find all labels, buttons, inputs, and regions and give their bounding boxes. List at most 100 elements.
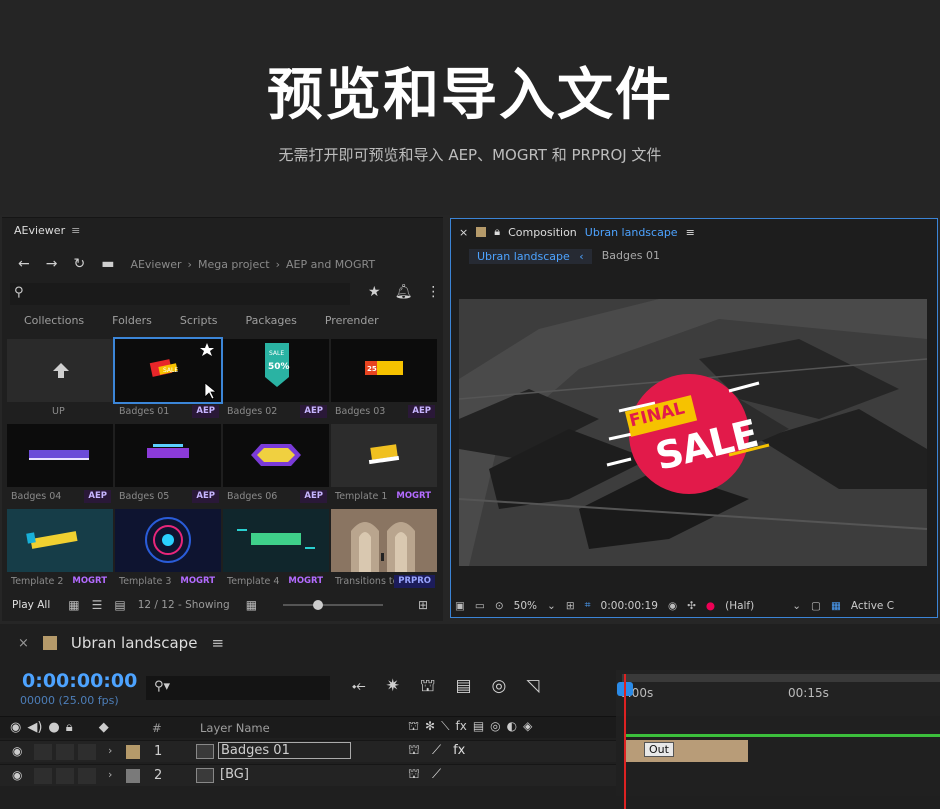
comp-flowchart-icon[interactable]: ⤝ <box>352 676 366 698</box>
layer-label-color[interactable] <box>126 769 140 783</box>
viewer-toolbar: ▣ ▭ ⊙ 50% ⌄ ⊞ ⌗ 0:00:00:19 ◉ ✣ ● (Half) … <box>455 599 935 612</box>
shy-icon[interactable]: ⛫ <box>420 676 436 698</box>
close-icon[interactable]: × <box>18 636 29 651</box>
grid-view-icon[interactable]: ▦ <box>68 598 79 612</box>
tab-folders[interactable]: Folders <box>112 314 152 327</box>
graph-editor-icon[interactable]: ◹ <box>526 676 539 698</box>
grid-item-badges-06[interactable]: Badges 06 AEP <box>222 424 330 508</box>
quality-icon[interactable]: ⟋ <box>432 743 441 760</box>
col-layer-name[interactable]: Layer Name <box>200 721 270 735</box>
fx-icon[interactable]: fx <box>453 743 465 760</box>
layer-row[interactable]: ◉ › 1 Badges 01 ⛫ ⟋ fx <box>0 740 616 762</box>
slider-knob[interactable] <box>313 600 324 610</box>
grid-item-template-2[interactable]: Template 2 MOGRT <box>6 509 114 593</box>
layer-row[interactable]: ◉ › 2 [BG] ⛫ ⟋ <box>0 764 616 786</box>
grid-item-badges-01[interactable]: SALE Badges 01 AEP <box>113 337 223 423</box>
timeline-tab[interactable]: × Ubran landscape ≡ <box>18 634 224 652</box>
grid-item-template-3[interactable]: Template 3 MOGRT <box>114 509 222 593</box>
lock-icon[interactable]: 🔒︎ <box>494 225 500 239</box>
panel-menu-icon[interactable]: ≡ <box>686 226 695 239</box>
comp-crumb-active[interactable]: Ubran landscape ‹ <box>469 249 592 264</box>
draft-3d-icon[interactable]: ✷ <box>386 676 400 698</box>
comp-crumb-badges[interactable]: Badges 01 <box>602 249 660 264</box>
speaker-icon: ◀) <box>27 720 43 735</box>
time-ruler[interactable]: 0:00s 00:15s <box>616 670 940 720</box>
forward-arrow-icon[interactable]: → <box>46 256 58 272</box>
tab-collections[interactable]: Collections <box>24 314 84 327</box>
tab-scripts[interactable]: Scripts <box>180 314 218 327</box>
refresh-icon[interactable]: ↻ <box>73 256 85 272</box>
quality-icon[interactable]: ⟋ <box>432 767 441 784</box>
grid-item-transitions[interactable]: Transitions te PRPRO <box>330 509 438 593</box>
star-icon[interactable]: ★ <box>368 284 381 300</box>
grid-item-badges-05[interactable]: Badges 05 AEP <box>114 424 222 508</box>
eye-icon[interactable]: ◉ <box>12 744 22 758</box>
eye-icon[interactable]: ◉ <box>12 768 22 782</box>
tab-packages[interactable]: Packages <box>246 314 297 327</box>
viewer-timecode[interactable]: 0:00:00:19 <box>601 600 658 612</box>
motion-blur-icon[interactable]: ◎ <box>492 676 507 698</box>
grid-item-badges-03[interactable]: 25 Badges 03 AEP <box>330 339 438 423</box>
item-type-badge: AEP <box>408 405 435 418</box>
list-view-icon[interactable]: ☰ <box>92 598 103 612</box>
region-icon[interactable]: ▢ <box>811 600 821 612</box>
timeline-panel: × Ubran landscape ≡ 0:00:00:00 00000 (25… <box>0 624 940 809</box>
adjustment-icon: ◐ <box>506 719 518 733</box>
grid-item-badges-02[interactable]: SALE 50% Badges 02 AEP <box>222 339 330 423</box>
breadcrumb-item[interactable]: AEP and MOGRT <box>286 258 375 271</box>
camera-icon[interactable]: ◉ <box>668 600 677 612</box>
chevron-right-icon[interactable]: › <box>108 768 112 781</box>
breadcrumb-item[interactable]: AEviewer <box>130 258 181 271</box>
shy-switch-icon[interactable]: ⛫ <box>408 767 420 784</box>
shy-switch-icon[interactable]: ⛫ <box>408 743 420 760</box>
av-switch-headers: ◉ ◀) ● 🔒︎ ◆ <box>10 720 109 735</box>
bell-icon[interactable]: 🔔︎ <box>395 284 413 300</box>
panel-menu-icon[interactable]: ≡ <box>71 224 80 237</box>
search-input[interactable]: ⚲ <box>10 283 350 305</box>
more-icon[interactable]: ⋮ <box>426 284 440 300</box>
vr-icon[interactable]: ⊙ <box>495 600 504 612</box>
chevron-down-icon[interactable]: ⌄ <box>547 600 556 612</box>
folder-icon[interactable]: ▬ <box>101 256 114 272</box>
grid-toggle-icon[interactable]: ⊞ <box>566 600 575 612</box>
frame-blending-icon[interactable]: ▤ <box>455 676 471 698</box>
zoom-select[interactable]: 50% <box>514 600 537 612</box>
breadcrumb-item[interactable]: Mega project <box>198 258 270 271</box>
thumbnail-size-slider[interactable] <box>283 600 384 610</box>
tab-prerender[interactable]: Prerender <box>325 314 379 327</box>
channel-icon[interactable]: ✣ <box>687 600 696 612</box>
resolution-select[interactable]: (Half) <box>725 600 754 612</box>
track-area[interactable]: Out <box>616 716 940 796</box>
grid-item-badges-04[interactable]: Badges 04 AEP <box>6 424 114 508</box>
large-grid-icon[interactable]: ⊞ <box>418 598 428 612</box>
small-grid-icon[interactable]: ▦ <box>246 598 257 612</box>
preview-icon[interactable]: ▣ <box>455 600 465 612</box>
back-arrow-icon[interactable]: ← <box>18 256 30 272</box>
aeviewer-panel-tab[interactable]: AEviewer ≡ <box>14 224 80 237</box>
category-tabs: Collections Folders Scripts Packages Pre… <box>24 314 407 327</box>
detail-view-icon[interactable]: ▤ <box>114 598 125 612</box>
panel-menu-icon[interactable]: ≡ <box>211 634 224 652</box>
mask-toggle-icon[interactable]: ⌗ <box>585 599 591 612</box>
chevron-right-icon[interactable]: › <box>108 744 112 757</box>
layer-name[interactable]: [BG] <box>220 767 249 782</box>
layer-name[interactable]: Badges 01 <box>218 742 351 759</box>
color-icon[interactable]: ● <box>706 600 715 612</box>
work-area-bar[interactable] <box>622 674 940 682</box>
transparency-grid-icon[interactable]: ▦ <box>831 600 841 612</box>
close-icon[interactable]: × <box>459 226 468 239</box>
grid-item-template-1[interactable]: Template 1 MOGRT <box>330 424 438 508</box>
chevron-down-icon[interactable]: ⌄ <box>792 600 801 612</box>
composition-viewer[interactable]: FINAL SALE <box>459 299 927 566</box>
play-all-button[interactable]: Play All <box>12 599 50 611</box>
composition-panel-tab[interactable]: × 🔒︎ Composition Ubran landscape ≡ <box>459 225 695 239</box>
up-folder-item[interactable]: UP <box>6 339 114 423</box>
timeline-timecode[interactable]: 0:00:00:00 <box>22 670 137 692</box>
active-camera-select[interactable]: Active C <box>851 600 894 612</box>
layer-label-color[interactable] <box>126 745 140 759</box>
monitor-icon[interactable]: ▭ <box>475 600 485 612</box>
quality-icon: ⟍ <box>441 719 450 733</box>
grid-item-template-4[interactable]: Template 4 MOGRT <box>222 509 330 593</box>
playhead-line[interactable] <box>624 674 626 809</box>
layer-search-input[interactable]: ⚲▾ <box>146 676 330 700</box>
